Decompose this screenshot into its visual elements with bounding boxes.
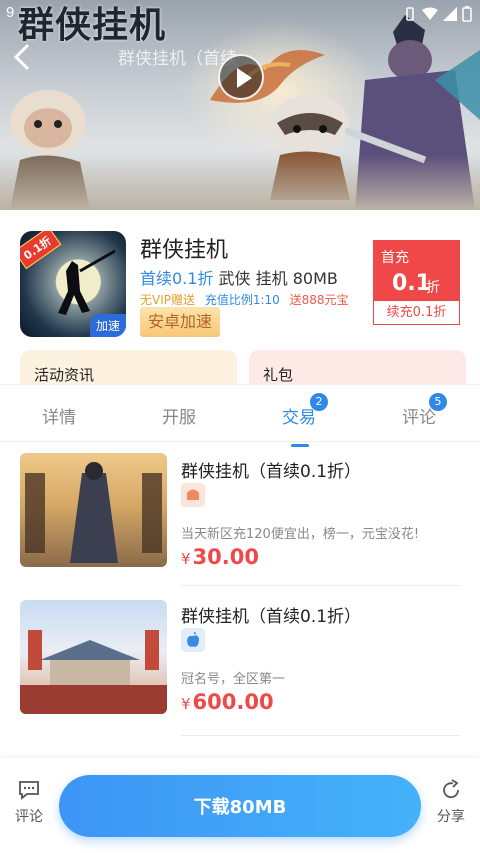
nav-title: 群侠挂机（首续 [118, 49, 237, 69]
price-value: 30.00 [192, 545, 259, 569]
list-divider [181, 585, 460, 586]
trade-description: 冠名号，全区第一 [181, 672, 286, 687]
game-meta: 首续0.1折 武侠 挂机 80MB [140, 265, 338, 289]
comment-icon [19, 781, 39, 800]
promo-line: 无VIP赠送 充值比例1:10 送888元宝 [140, 291, 349, 308]
trade-price: ¥30.00 [181, 545, 259, 569]
comment-label: 评论 [15, 809, 43, 825]
discount-top: 首充 0.1 折 [374, 241, 459, 301]
gift-card-label: 礼包 [263, 366, 294, 384]
status-time: 9 [6, 4, 15, 21]
signal-icon [443, 7, 457, 21]
share-label: 分享 [437, 809, 465, 825]
discount-label: 首充 [381, 250, 409, 266]
trade-title: 群侠挂机（首续0.1折） [181, 607, 362, 627]
status-icons [403, 6, 472, 22]
icon-speed-badge: 加速 [89, 314, 126, 337]
news-card[interactable]: 活动资讯 [20, 350, 237, 384]
trade-item[interactable]: 群侠挂机（首续0.1折） 当天新区充120便宜出，榜一，元宝没花! ¥30.00 [0, 445, 480, 590]
renew-discount: 续充0.1折 [386, 305, 447, 320]
swordsman-screenshot-image [25, 462, 162, 563]
trade-thumbnail [20, 453, 167, 567]
list-divider [181, 735, 460, 736]
vibrate-icon [406, 7, 414, 21]
wifi-icon [422, 7, 438, 20]
discount-unit: 折 [426, 280, 440, 296]
trade-item[interactable]: 群侠挂机（首续0.1折） 冠名号，全区第一 ¥600.00 [0, 590, 480, 736]
play-video-button[interactable] [218, 54, 264, 100]
trade-count-badge: 2 [310, 393, 328, 411]
apple-icon [181, 628, 205, 652]
trade-thumbnail [20, 600, 167, 714]
currency-symbol: ¥ [181, 550, 191, 568]
first-recharge-discount: 首充 0.1 折 续充0.1折 [373, 240, 460, 325]
game-info-section: 0.1折 加速 群侠挂机 首续0.1折 武侠 挂机 80MB 无VIP赠送 充值… [0, 210, 480, 350]
gift-card[interactable]: 礼包 [249, 350, 466, 384]
share-button[interactable]: 分享 [430, 778, 472, 826]
game-category: 武侠 挂机 80MB [218, 269, 338, 288]
bottom-action-bar: 评论 下载80MB 分享 [0, 758, 480, 853]
android-icon [181, 483, 205, 507]
banner-ground [0, 155, 480, 210]
currency-symbol: ¥ [181, 695, 191, 713]
arrow-left-icon [13, 43, 30, 71]
android-glyph [187, 489, 199, 500]
price-value: 600.00 [192, 690, 274, 714]
back-button[interactable] [10, 42, 40, 72]
trade-title: 群侠挂机（首续0.1折） [181, 462, 362, 482]
game-name: 群侠挂机 [140, 238, 229, 263]
news-card-label: 活动资讯 [34, 366, 95, 384]
battery-icon [462, 6, 472, 22]
game-icon[interactable]: 0.1折 加速 [20, 231, 126, 337]
tab-details[interactable]: 详情 [42, 403, 76, 428]
trade-price: ¥600.00 [181, 690, 274, 714]
tab-bar: 详情 开服 交易 评论 2 5 [0, 384, 480, 442]
comment-button[interactable]: 评论 [8, 778, 50, 826]
android-speed-tag[interactable]: 安卓加速 [140, 307, 221, 337]
trade-description: 当天新区充120便宜出，榜一，元宝没花! [181, 527, 420, 542]
game-logo: 群侠挂机 [18, 4, 167, 46]
discount-tag: 首续0.1折 [140, 269, 214, 288]
promo-ratio: 充值比例1:10 [204, 293, 280, 307]
promo-vip: 无VIP赠送 [140, 293, 195, 307]
palace-screenshot-image [20, 630, 167, 714]
share-icon [443, 779, 459, 799]
promo-gift: 送888元宝 [289, 293, 349, 307]
tab-servers[interactable]: 开服 [162, 403, 196, 428]
download-button[interactable]: 下载80MB [59, 775, 421, 837]
comment-count-badge: 5 [429, 393, 447, 411]
game-banner[interactable]: 群侠挂机 9 群侠挂机（首续 [0, 0, 480, 210]
apple-glyph [187, 632, 199, 647]
